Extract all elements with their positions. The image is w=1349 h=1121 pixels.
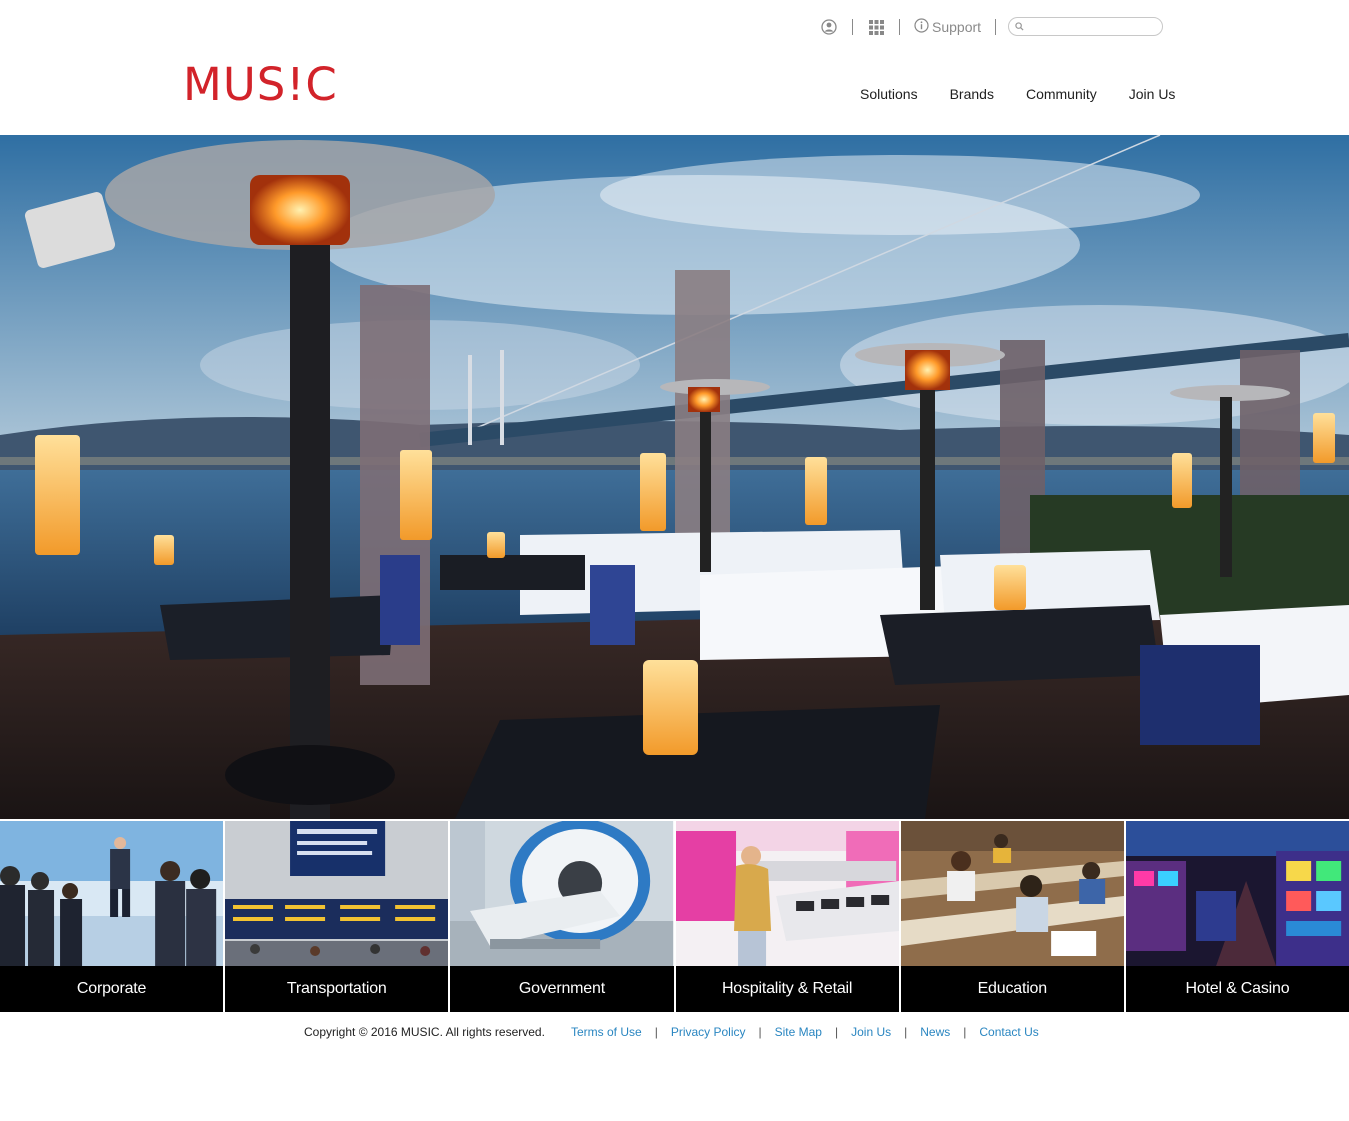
- category-label: Hospitality & Retail: [675, 966, 899, 1012]
- footer-link-contact[interactable]: Contact Us: [979, 1025, 1038, 1039]
- category-tile-hotel-casino[interactable]: Hotel & Casino: [1125, 821, 1349, 1012]
- footer-separator: |: [758, 1025, 762, 1039]
- main-nav: Solutions Brands Community Join Us: [844, 86, 1191, 102]
- footer-separator: |: [834, 1025, 839, 1039]
- category-tile-corporate[interactable]: Corporate: [0, 821, 224, 1012]
- category-tile-education[interactable]: Education: [900, 821, 1124, 1012]
- music-logo[interactable]: MUS!C: [183, 58, 338, 111]
- hero-image: [0, 135, 1349, 819]
- grid-icon[interactable]: [867, 18, 885, 36]
- search-input[interactable]: [1028, 19, 1153, 34]
- footer-link-sitemap[interactable]: Site Map: [775, 1025, 822, 1039]
- category-tile-transportation[interactable]: Transportation: [225, 821, 449, 1012]
- footer-links: Terms of Use | Privacy Policy | Site Map…: [571, 1025, 1039, 1039]
- footer-link-terms[interactable]: Terms of Use: [571, 1025, 642, 1039]
- category-tile-hospitality-retail[interactable]: Hospitality & Retail: [675, 821, 899, 1012]
- category-label: Education: [900, 966, 1124, 1012]
- category-label: Corporate: [0, 966, 224, 1012]
- support-label: Support: [932, 19, 982, 35]
- nav-join-us[interactable]: Join Us: [1113, 86, 1192, 102]
- footer-link-news[interactable]: News: [920, 1025, 950, 1039]
- footer-link-join-us[interactable]: Join Us: [851, 1025, 891, 1039]
- support-link[interactable]: Support: [914, 18, 981, 36]
- category-label: Hotel & Casino: [1125, 966, 1349, 1012]
- copyright-text: Copyright © 2016 MUSIC. All rights reser…: [304, 1025, 545, 1039]
- presentation-photo: [0, 821, 224, 966]
- svg-text:MUS!C: MUS!C: [183, 62, 338, 106]
- divider: [852, 19, 853, 35]
- footer-link-privacy[interactable]: Privacy Policy: [671, 1025, 746, 1039]
- category-label: Transportation: [225, 966, 449, 1012]
- search-box: [1008, 17, 1163, 36]
- category-tiles: Corporate Transportation Government Hosp…: [0, 821, 1349, 1012]
- divider: [995, 19, 997, 35]
- utility-bar: Support: [820, 14, 1010, 40]
- mri-scanner-photo: [450, 821, 674, 966]
- user-circle-icon[interactable]: [820, 18, 838, 36]
- retail-store-photo: [675, 821, 899, 966]
- footer-separator: |: [963, 1025, 967, 1039]
- nav-solutions[interactable]: Solutions: [844, 86, 934, 102]
- category-tile-government[interactable]: Government: [450, 821, 674, 1012]
- info-circle-icon: [914, 18, 929, 36]
- slot-machines-photo: [1125, 821, 1349, 966]
- category-label: Government: [450, 966, 674, 1012]
- lecture-hall-photo: [900, 821, 1124, 966]
- hero-banner: [0, 135, 1349, 819]
- footer-separator: |: [904, 1025, 908, 1039]
- magnifier-icon: [1015, 18, 1024, 36]
- footer-separator: |: [654, 1025, 658, 1039]
- nav-brands[interactable]: Brands: [934, 86, 1010, 102]
- divider: [899, 19, 900, 35]
- nav-community[interactable]: Community: [1010, 86, 1113, 102]
- departure-board-photo: [225, 821, 449, 966]
